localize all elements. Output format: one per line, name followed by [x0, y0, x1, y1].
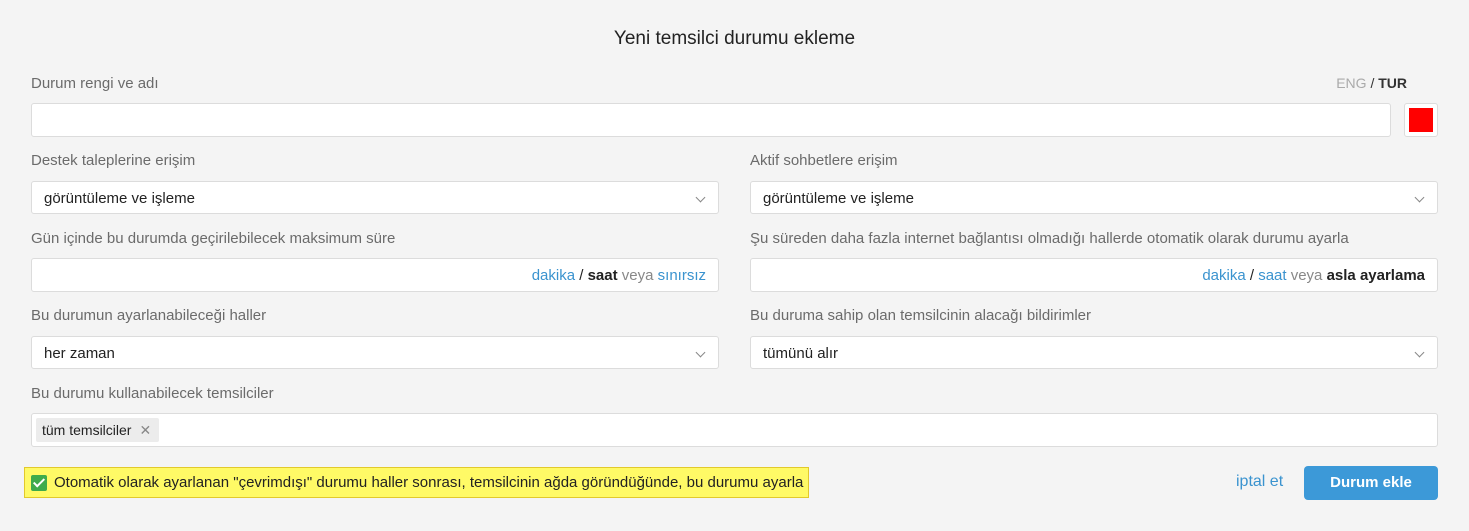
auto-offline-checkbox-row[interactable]: Otomatik olarak ayarlanan "çevrimdışı" d… [24, 467, 810, 498]
status-name-input[interactable] [31, 103, 1391, 137]
chevron-down-icon [1414, 192, 1425, 203]
color-picker[interactable] [1404, 103, 1438, 137]
close-icon[interactable]: ✕ [139, 422, 151, 438]
add-status-button[interactable]: Durum ekle [1304, 466, 1438, 500]
max-time-units: dakika / saat veya sınırsız [532, 267, 706, 284]
notifications-label: Bu duruma sahip olan temsilcinin alacağı… [750, 307, 1091, 324]
tickets-access-label: Destek taleplerine erişim [31, 152, 196, 169]
agents-multiselect[interactable]: tüm temsilciler ✕ [31, 413, 1438, 447]
when-settable-label: Bu durumun ayarlanabileceği haller [31, 307, 267, 324]
chevron-down-icon [695, 347, 706, 358]
cancel-button[interactable]: iptal et [1236, 473, 1283, 491]
max-time-label: Gün içinde bu durumda geçirilebilecek ma… [31, 230, 396, 247]
when-settable-value: her zaman [44, 345, 115, 362]
unlimited-link[interactable]: sınırsız [658, 267, 706, 284]
auto-set-label: Şu süreden daha fazla internet bağlantıs… [750, 230, 1349, 247]
when-settable-select[interactable]: her zaman [31, 336, 719, 369]
notifications-select[interactable]: tümünü alır [750, 336, 1438, 369]
lang-separator: / [1370, 75, 1375, 91]
never-set-link[interactable]: asla ayarlama [1327, 267, 1425, 284]
unit-hours-link[interactable]: saat [1258, 267, 1286, 284]
unit-separator: / [1249, 267, 1255, 284]
lang-tur-link[interactable]: TUR [1378, 75, 1407, 91]
dialog-title: Yeni temsilci durumu ekleme [613, 28, 856, 49]
notifications-value: tümünü alır [763, 345, 839, 362]
unit-minutes-link[interactable]: dakika [1202, 267, 1245, 284]
unit-minutes-link[interactable]: dakika [532, 267, 575, 284]
chats-access-label: Aktif sohbetlere erişim [750, 152, 898, 169]
or-text: veya [1290, 267, 1323, 284]
checkbox-checked-icon[interactable] [31, 474, 47, 491]
auto-set-units: dakika / saat veya asla ayarlama [1202, 267, 1425, 284]
chats-access-value: görüntüleme ve işleme [763, 190, 914, 207]
tickets-access-select[interactable]: görüntüleme ve işleme [31, 181, 719, 214]
chats-access-select[interactable]: görüntüleme ve işleme [750, 181, 1438, 214]
color-swatch [1409, 108, 1433, 132]
auto-set-input[interactable]: dakika / saat veya asla ayarlama [750, 258, 1438, 292]
auto-offline-checkbox-label: Otomatik olarak ayarlanan "çevrimdışı" d… [54, 474, 804, 491]
or-text: veya [621, 267, 654, 284]
chevron-down-icon [695, 192, 706, 203]
unit-separator: / [579, 267, 584, 284]
tickets-access-value: görüntüleme ve işleme [44, 190, 195, 207]
agents-label: Bu durumu kullanabilecek temsilciler [31, 385, 274, 402]
agent-tag: tüm temsilciler ✕ [36, 418, 160, 442]
status-name-label: Durum rengi ve adı [31, 75, 159, 92]
unit-hours-link[interactable]: saat [588, 267, 618, 284]
lang-eng-link[interactable]: ENG [1336, 75, 1366, 91]
chevron-down-icon [1414, 347, 1425, 358]
max-time-input[interactable]: dakika / saat veya sınırsız [31, 258, 719, 292]
language-switch: ENG / TUR [1336, 75, 1407, 91]
agent-tag-label: tüm temsilciler [42, 422, 132, 438]
